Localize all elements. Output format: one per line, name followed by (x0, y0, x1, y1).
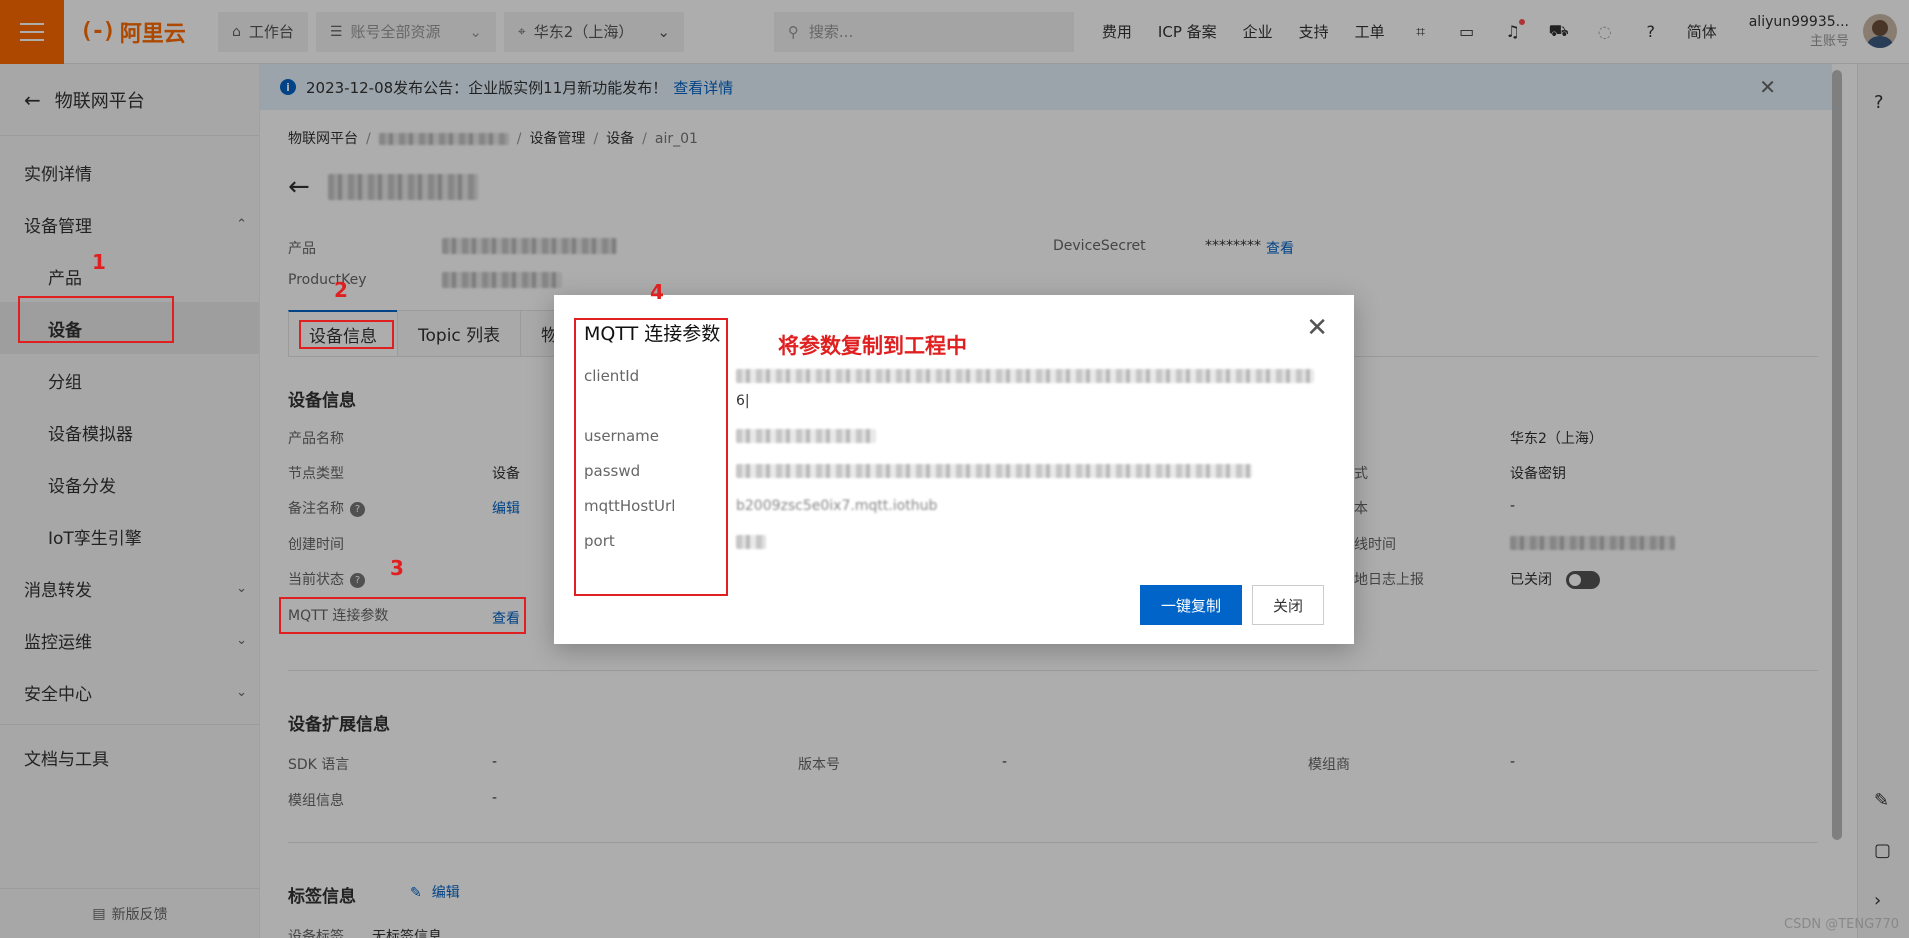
annotation-box-3 (279, 597, 526, 634)
annotation-hint: 将参数复制到工程中 (778, 334, 967, 358)
redacted-port (736, 535, 766, 549)
mqtt-host-url-value: b2009zsc5e0ix7.mqtt.iothub (736, 498, 938, 514)
annotation-number: 1 (92, 250, 106, 274)
annotation-box-2 (299, 320, 394, 349)
redacted-username (736, 429, 876, 443)
redacted-client-id (736, 369, 1314, 383)
close-button[interactable]: 关闭 (1252, 585, 1324, 625)
annotation-number: 4 (650, 280, 664, 304)
copy-all-button[interactable]: 一键复制 (1140, 585, 1242, 625)
watermark: CSDN @TENG770 (1784, 917, 1899, 932)
redacted-passwd (736, 464, 1252, 478)
annotation-number: 2 (334, 278, 348, 302)
annotation-box-1 (18, 296, 174, 343)
close-icon[interactable]: ✕ (1306, 313, 1328, 343)
client-id-tail[interactable]: 6| (736, 393, 750, 409)
annotation-box-4 (574, 318, 728, 596)
annotation-number: 3 (390, 556, 404, 580)
